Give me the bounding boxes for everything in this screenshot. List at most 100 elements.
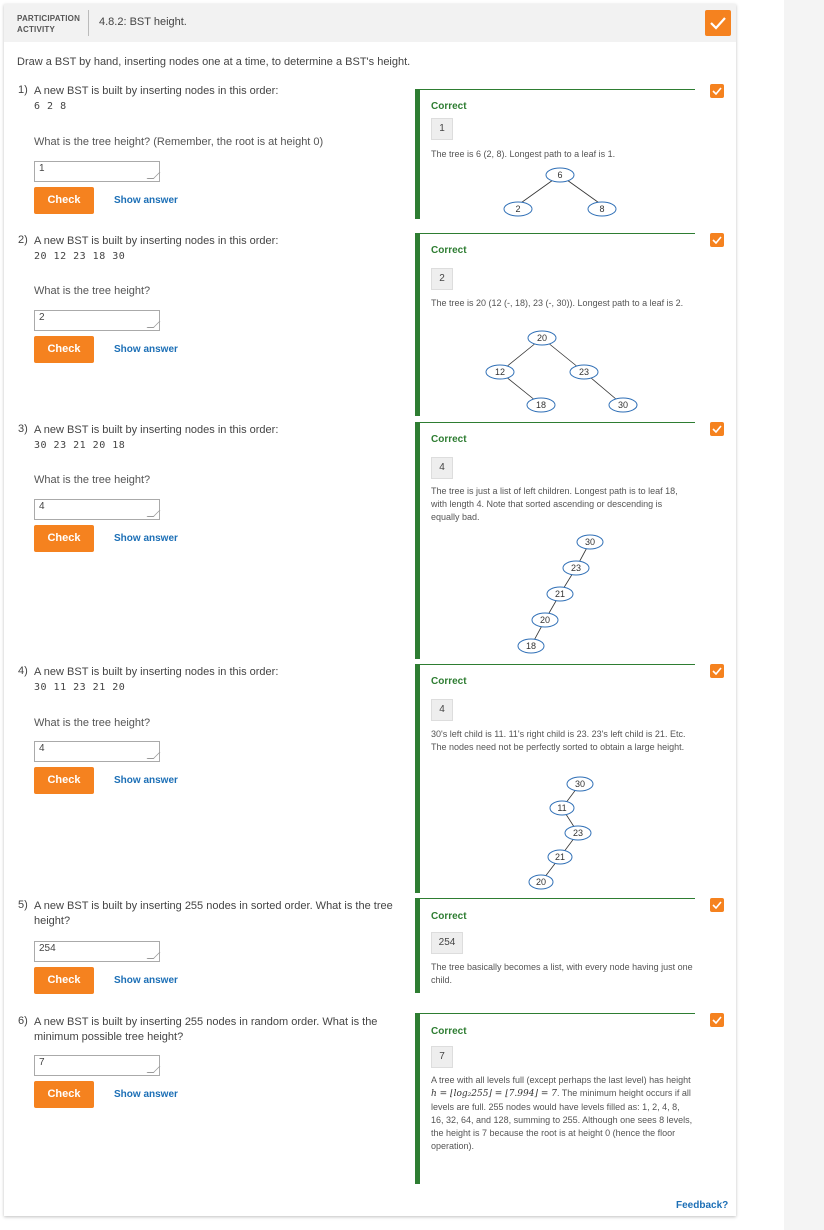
tree-node: 12	[485, 364, 515, 380]
question-5-correct-label: Correct	[431, 911, 467, 922]
tree-node: 30	[608, 397, 638, 413]
question-5-answer-input[interactable]: 254	[34, 941, 161, 962]
question-6-prompt: A new BST is built by inserting 255 node…	[34, 1016, 378, 1043]
question-6-number: 6)	[18, 1015, 28, 1027]
question-3-answer-input[interactable]: 4	[34, 499, 161, 520]
question-6-height-formula: h = ⌊log₂255⌋ = ⌊7.994⌋ = 7	[431, 1089, 557, 1099]
question-3-status-icon	[710, 422, 724, 436]
question-2-sequence: 20 12 23 18 30	[34, 251, 126, 262]
question-3-explanation: The tree is just a list of left children…	[431, 486, 678, 522]
question-2-correct-answer: 2	[431, 268, 453, 290]
svg-text:12: 12	[495, 367, 505, 377]
question-1-correct-label: Correct	[431, 101, 467, 112]
question-5-prompt: A new BST is built by inserting 255 node…	[34, 900, 393, 927]
question-4-prompt: A new BST is built by inserting nodes in…	[34, 666, 279, 678]
question-6-show-answer-link[interactable]: Show answer	[114, 1089, 178, 1100]
question-1-correct-answer: 1	[431, 118, 453, 140]
question-2-status-icon	[710, 233, 724, 247]
svg-text:20: 20	[536, 877, 546, 887]
question-2-number: 2)	[18, 234, 28, 246]
question-3-check-button[interactable]: Check	[34, 525, 94, 552]
header-divider	[88, 10, 89, 36]
resize-grip-icon[interactable]	[146, 321, 161, 328]
svg-text:20: 20	[537, 333, 547, 343]
tree-node: 11	[549, 800, 575, 816]
tree-node: 6	[545, 167, 575, 183]
question-4-explanation: 30's left child is 11. 11's right child …	[431, 729, 686, 752]
question-4-status-icon	[710, 664, 724, 678]
question-3-sequence: 30 23 21 20 18	[34, 440, 126, 451]
activity-instructions: Draw a BST by hand, inserting nodes one …	[17, 56, 411, 68]
question-4-check-button[interactable]: Check	[34, 767, 94, 794]
svg-text:30: 30	[585, 537, 595, 547]
question-1-show-answer-link[interactable]: Show answer	[114, 195, 178, 206]
question-2-correct-label: Correct	[431, 245, 467, 256]
question-3-subprompt: What is the tree height?	[34, 474, 151, 486]
tree-node: 8	[587, 201, 617, 217]
tree-node: 20	[531, 612, 559, 628]
question-1-status-icon	[710, 84, 724, 98]
question-6-check-button[interactable]: Check	[34, 1081, 94, 1108]
svg-text:23: 23	[573, 828, 583, 838]
question-5-check-button[interactable]: Check	[34, 967, 94, 994]
tree-node: 30	[566, 776, 594, 792]
question-2-prompt: A new BST is built by inserting nodes in…	[34, 235, 279, 247]
resize-grip-icon[interactable]	[146, 752, 161, 759]
question-6-answer-input[interactable]: 7	[34, 1055, 161, 1076]
question-1-answer-input[interactable]: 1	[34, 161, 161, 182]
svg-text:21: 21	[555, 852, 565, 862]
tree-node: 23	[569, 364, 599, 380]
question-5-status-icon	[710, 898, 724, 912]
question-3-correct-answer: 4	[431, 457, 453, 479]
activity-type-line1: PARTICIPATION	[17, 14, 81, 23]
resize-grip-icon[interactable]	[146, 510, 161, 517]
question-2-feedback: Correct 2 The tree is 20 (12 (-, 18), 23…	[415, 233, 695, 416]
question-4-show-answer-link[interactable]: Show answer	[114, 775, 178, 786]
svg-text:8: 8	[599, 204, 604, 214]
question-4-sequence: 30 11 23 21 20	[34, 682, 126, 693]
tree-node: 20	[527, 330, 557, 346]
tree-node: 21	[546, 586, 574, 602]
question-4-input-value: 4	[39, 743, 45, 754]
svg-text:11: 11	[557, 803, 566, 813]
question-1-check-button[interactable]: Check	[34, 187, 94, 214]
question-4-number: 4)	[18, 665, 28, 677]
question-5-number: 5)	[18, 899, 28, 911]
right-gutter	[784, 0, 824, 1230]
question-4-feedback: Correct 4 30's left child is 11. 11's ri…	[415, 664, 695, 893]
question-3-number: 3)	[18, 423, 28, 435]
tree-node: 30	[576, 534, 604, 550]
activity-type-label: PARTICIPATION ACTIVITY	[17, 13, 80, 35]
resize-grip-icon[interactable]	[146, 1066, 161, 1073]
question-3-prompt: A new BST is built by inserting nodes in…	[34, 424, 279, 436]
question-5-explanation: The tree basically becomes a list, with …	[431, 962, 693, 985]
feedback-link[interactable]: Feedback?	[676, 1200, 728, 1211]
svg-text:30: 30	[575, 779, 585, 789]
activity-complete-check-icon	[705, 10, 731, 36]
question-6-feedback: Correct 7 A tree with all levels full (e…	[415, 1013, 695, 1184]
question-4-answer-input[interactable]: 4	[34, 741, 161, 762]
resize-grip-icon[interactable]	[146, 172, 161, 179]
question-4-tree-diagram: 30 11 23 21 20	[528, 776, 594, 890]
question-4-correct-label: Correct	[431, 676, 467, 687]
resize-grip-icon[interactable]	[146, 952, 161, 959]
question-5-show-answer-link[interactable]: Show answer	[114, 975, 178, 986]
question-1-input-value: 1	[39, 163, 45, 174]
question-2-check-button[interactable]: Check	[34, 336, 94, 363]
activity-header: PARTICIPATION ACTIVITY 4.8.2: BST height…	[4, 4, 736, 42]
question-5-input-value: 254	[39, 943, 56, 954]
svg-text:6: 6	[557, 170, 562, 180]
question-2-answer-input[interactable]: 2	[34, 310, 161, 331]
question-6-input-value: 7	[39, 1057, 45, 1068]
question-2-explanation: The tree is 20 (12 (-, 18), 23 (-, 30)).…	[431, 298, 684, 308]
svg-text:2: 2	[515, 204, 520, 214]
svg-text:23: 23	[571, 563, 581, 573]
question-4-correct-answer: 4	[431, 699, 453, 721]
question-6-explanation: A tree with all levels full (except perh…	[431, 1074, 693, 1153]
tree-node: 18	[517, 638, 545, 654]
question-3-show-answer-link[interactable]: Show answer	[114, 533, 178, 544]
question-2-show-answer-link[interactable]: Show answer	[114, 344, 178, 355]
svg-text:23: 23	[579, 367, 589, 377]
question-6-status-icon	[710, 1013, 724, 1027]
svg-text:18: 18	[526, 641, 536, 651]
